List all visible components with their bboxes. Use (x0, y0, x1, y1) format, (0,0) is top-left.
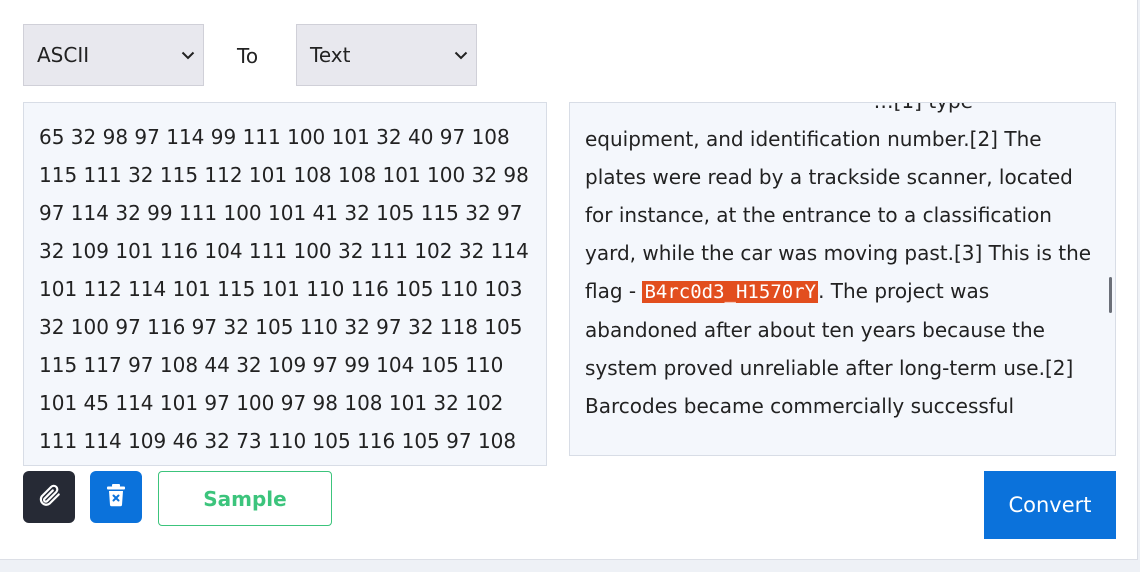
flag-highlight: B4rc0d3_H1570rY (642, 281, 819, 303)
from-format-select[interactable]: ASCII (23, 24, 204, 86)
converter-card: ASCII To Text 65 32 98 97 114 99 111 100… (0, 0, 1138, 560)
output-textarea[interactable]: …[1] type equipment, and identification … (569, 102, 1116, 456)
paperclip-icon (36, 482, 62, 512)
to-format-select[interactable]: Text (296, 24, 477, 86)
to-format-value: Text (310, 43, 351, 67)
from-format-value: ASCII (37, 43, 90, 67)
output-partial-line: …[1] type (585, 103, 1093, 120)
chevron-down-icon (173, 51, 203, 60)
input-textarea[interactable]: 65 32 98 97 114 99 111 100 101 32 40 97 … (23, 102, 547, 466)
page-footer-strip (0, 560, 1140, 572)
input-text: 65 32 98 97 114 99 111 100 101 32 40 97 … (39, 125, 529, 453)
to-label: To (237, 44, 259, 68)
attach-file-button[interactable] (23, 471, 75, 523)
chevron-down-icon (446, 51, 476, 60)
output-scrollbar[interactable] (1109, 277, 1112, 313)
trash-icon (105, 483, 127, 511)
output-text-before-flag: equipment, and identification number.[2]… (585, 127, 1092, 303)
convert-button[interactable]: Convert (984, 471, 1116, 539)
clear-button[interactable] (90, 471, 142, 523)
output-text: …[1] type equipment, and identification … (585, 103, 1093, 425)
sample-button[interactable]: Sample (158, 471, 332, 526)
